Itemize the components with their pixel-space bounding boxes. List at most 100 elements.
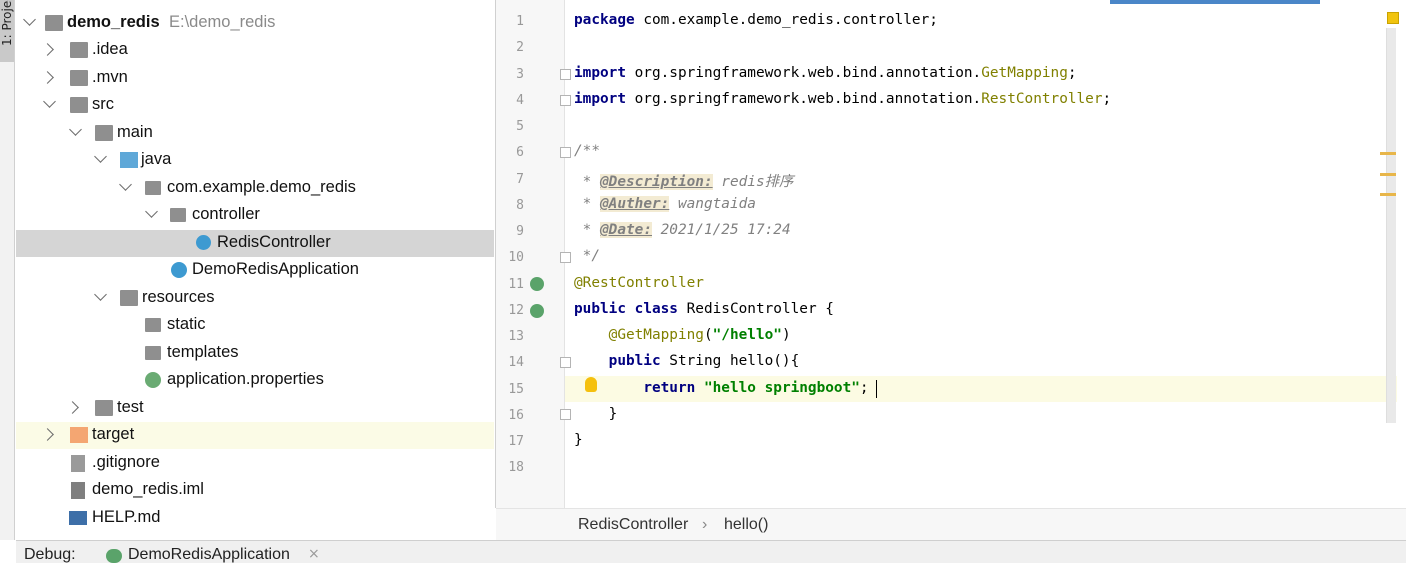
annotation-class: GetMapping	[981, 65, 1068, 81]
folder-icon	[145, 318, 161, 332]
spring-bean-gutter-icon[interactable]	[530, 304, 544, 318]
code-text: com.example.demo_redis.controller;	[634, 12, 938, 28]
code-line-11: @RestController	[574, 275, 704, 291]
tree-item-help[interactable]: HELP.md	[16, 505, 494, 532]
string-literal: "hello springboot"	[703, 380, 860, 396]
fold-marker-icon[interactable]	[560, 357, 571, 368]
line-number: 9	[516, 224, 524, 239]
code-line-16: }	[574, 406, 618, 422]
tree-item-idea[interactable]: .idea	[16, 37, 494, 64]
spring-bean-gutter-icon[interactable]	[530, 277, 544, 291]
tree-item-label: .gitignore	[92, 453, 160, 471]
chevron-down-icon[interactable]	[43, 95, 56, 108]
fold-marker-icon[interactable]	[560, 147, 571, 158]
breadcrumb-method[interactable]: hello()	[724, 516, 768, 534]
code-text: RedisController {	[677, 301, 834, 317]
tree-item-label: RedisController	[217, 233, 331, 251]
debug-label: Debug:	[24, 546, 76, 563]
code-editor[interactable]: 1 2 3 4 5 6 7 8 9 10 11 12 13 14 15 16 1…	[495, 0, 1406, 540]
warning-marker[interactable]	[1380, 193, 1396, 196]
active-tab-indicator	[1110, 0, 1320, 4]
code-line-8: * @Auther: wangtaida	[574, 196, 756, 212]
tree-item-gitignore[interactable]: .gitignore	[16, 450, 494, 477]
code-line-1: package com.example.demo_redis.controlle…	[574, 12, 938, 28]
tree-item-controller[interactable]: controller	[16, 202, 494, 229]
tree-item-mvn[interactable]: .mvn	[16, 65, 494, 92]
keyword: public	[608, 353, 661, 369]
project-tool-tab[interactable]: 1: Project	[0, 0, 14, 62]
tree-item-test[interactable]: test	[16, 395, 494, 422]
fold-marker-icon[interactable]	[560, 95, 571, 106]
warning-marker[interactable]	[1380, 173, 1396, 176]
java-class-icon	[196, 235, 211, 250]
debug-tool-window-header: Debug: DemoRedisApplication ×	[16, 540, 1406, 563]
tree-item-iml[interactable]: demo_redis.iml	[16, 477, 494, 504]
debug-config-tab[interactable]: DemoRedisApplication	[128, 546, 290, 563]
code-text: 2021/1/25 17:24	[651, 222, 791, 238]
chevron-right-icon[interactable]	[41, 71, 54, 84]
tree-item-label: java	[141, 150, 172, 168]
resources-folder-icon	[120, 290, 138, 306]
line-number: 2	[516, 40, 524, 55]
close-icon[interactable]: ×	[308, 546, 320, 562]
tree-item-resources[interactable]: resources	[16, 285, 494, 312]
breadcrumb-class[interactable]: RedisController	[578, 516, 688, 534]
warning-indicator-icon[interactable]	[1387, 12, 1399, 24]
source-folder-icon	[120, 152, 138, 168]
tree-item-main[interactable]: main	[16, 120, 494, 147]
chevron-right-icon[interactable]	[41, 43, 54, 56]
line-number: 3	[516, 67, 524, 82]
tree-item-label: controller	[192, 205, 260, 223]
chevron-down-icon[interactable]	[145, 205, 158, 218]
code-text: ;	[1067, 65, 1077, 81]
chevron-right-icon[interactable]	[41, 428, 54, 441]
tree-item-target[interactable]: target	[16, 422, 494, 449]
code-text: ;	[859, 380, 869, 396]
warning-marker[interactable]	[1380, 152, 1396, 155]
text-caret	[876, 380, 877, 398]
tree-item-label: com.example.demo_redis	[167, 178, 356, 196]
tree-item-label: test	[117, 398, 144, 416]
line-number: 6	[516, 145, 524, 160]
editor-scrollbar[interactable]	[1386, 28, 1396, 423]
line-number: 4	[516, 93, 524, 108]
line-number: 18	[508, 460, 524, 475]
fold-marker-icon[interactable]	[560, 69, 571, 80]
spring-boot-class-icon	[171, 262, 187, 278]
chevron-right-icon[interactable]	[66, 401, 79, 414]
code-line-9: * @Date: 2021/1/25 17:24	[574, 222, 791, 238]
tree-item-label: DemoRedisApplication	[192, 260, 359, 278]
string-literal: "/hello"	[712, 327, 782, 343]
chevron-down-icon[interactable]	[94, 150, 107, 163]
code-text: (	[703, 327, 713, 343]
folder-icon	[70, 42, 88, 58]
fold-marker-icon[interactable]	[560, 409, 571, 420]
tree-item-demoredisapplication[interactable]: DemoRedisApplication	[16, 257, 494, 284]
chevron-down-icon[interactable]	[69, 123, 82, 136]
tree-root-row[interactable]: demo_redis E:\demo_redis	[16, 10, 494, 37]
module-folder-icon	[45, 15, 63, 31]
tree-item-application-properties[interactable]: application.properties	[16, 367, 494, 394]
keyword: class	[634, 301, 678, 317]
package-icon	[145, 181, 161, 195]
tree-item-rediscontroller[interactable]: RedisController	[16, 230, 494, 257]
properties-file-icon	[145, 372, 161, 388]
tree-item-java[interactable]: java	[16, 147, 494, 174]
lightbulb-icon[interactable]	[585, 377, 597, 392]
code-line-12: public class RedisController {	[574, 301, 834, 317]
tree-item-templates[interactable]: templates	[16, 340, 494, 367]
chevron-down-icon[interactable]	[94, 288, 107, 301]
tree-item-static[interactable]: static	[16, 312, 494, 339]
tree-item-label: templates	[167, 343, 239, 361]
breadcrumb-separator: ›	[702, 516, 708, 533]
tree-item-package[interactable]: com.example.demo_redis	[16, 175, 494, 202]
chevron-down-icon[interactable]	[119, 178, 132, 191]
chevron-down-icon[interactable]	[23, 13, 36, 26]
fold-marker-icon[interactable]	[560, 252, 571, 263]
line-number: 1	[516, 14, 524, 29]
tree-item-label: static	[167, 315, 206, 333]
tree-item-src[interactable]: src	[16, 92, 494, 119]
code-line-10: */	[574, 248, 600, 264]
code-text: ;	[1102, 91, 1112, 107]
annotation: @GetMapping	[608, 327, 704, 343]
